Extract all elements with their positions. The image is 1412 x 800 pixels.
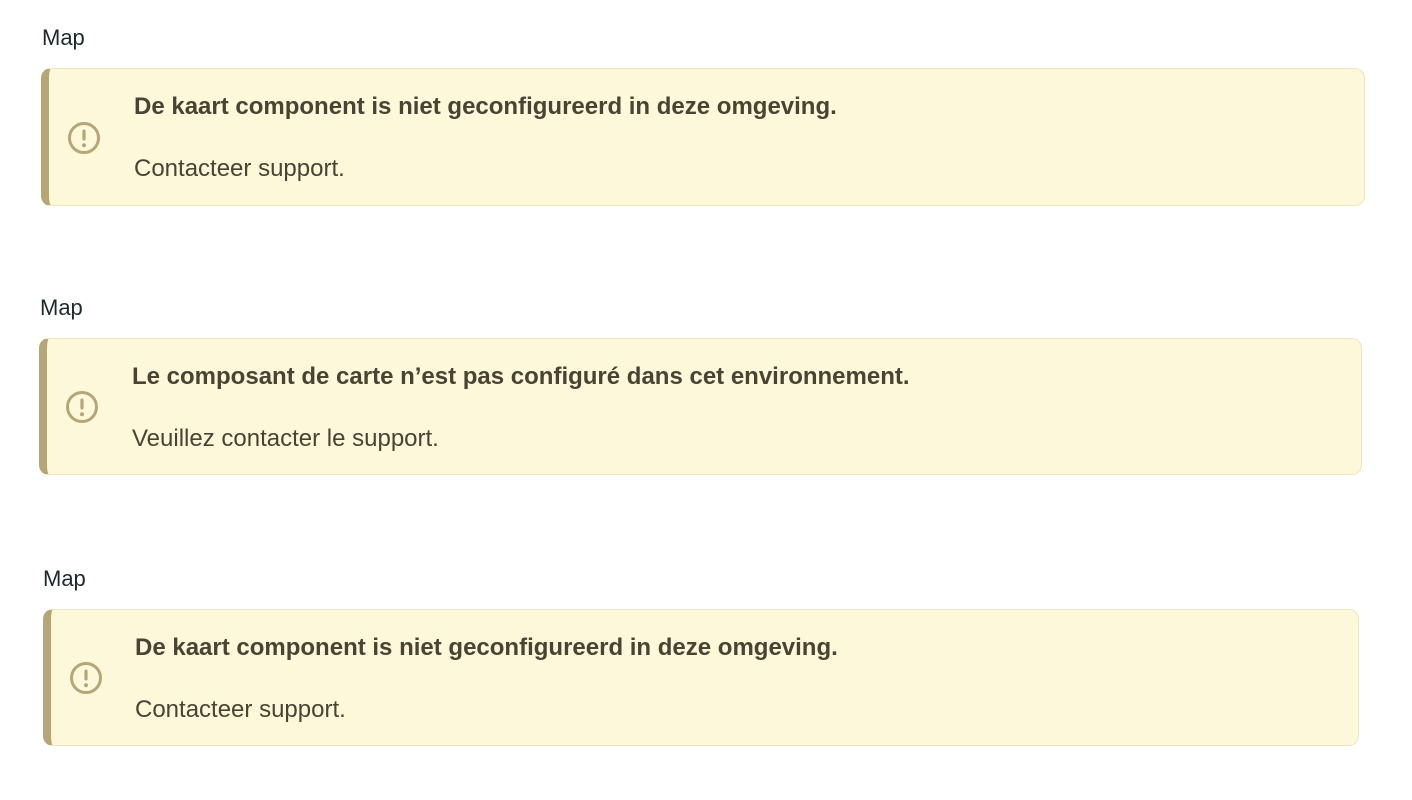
map-section-nl-2: Map De kaart component is niet geconfigu… [0, 541, 1412, 771]
exclamation-circle-icon [68, 122, 100, 154]
section-label: Map [40, 295, 83, 320]
map-section-nl-1: Map De kaart component is niet geconfigu… [0, 0, 1412, 230]
warning-alert: De kaart component is niet geconfigureer… [43, 609, 1359, 746]
exclamation-circle-icon [66, 391, 98, 423]
exclamation-circle-icon [70, 662, 102, 694]
alert-title: De kaart component is niet geconfigureer… [135, 634, 838, 661]
alert-message: Contacteer support. [134, 155, 345, 182]
warning-alert: De kaart component is niet geconfigureer… [41, 68, 1365, 206]
alert-message: Veuillez contacter le support. [132, 425, 439, 452]
alert-title: De kaart component is niet geconfigureer… [134, 93, 837, 120]
alert-message: Contacteer support. [135, 696, 346, 723]
warning-alert: Le composant de carte n’est pas configur… [39, 338, 1362, 475]
alert-title: Le composant de carte n’est pas configur… [132, 363, 910, 390]
section-label: Map [42, 25, 85, 50]
map-section-fr: Map Le composant de carte n’est pas conf… [0, 270, 1412, 500]
section-label: Map [43, 566, 86, 591]
